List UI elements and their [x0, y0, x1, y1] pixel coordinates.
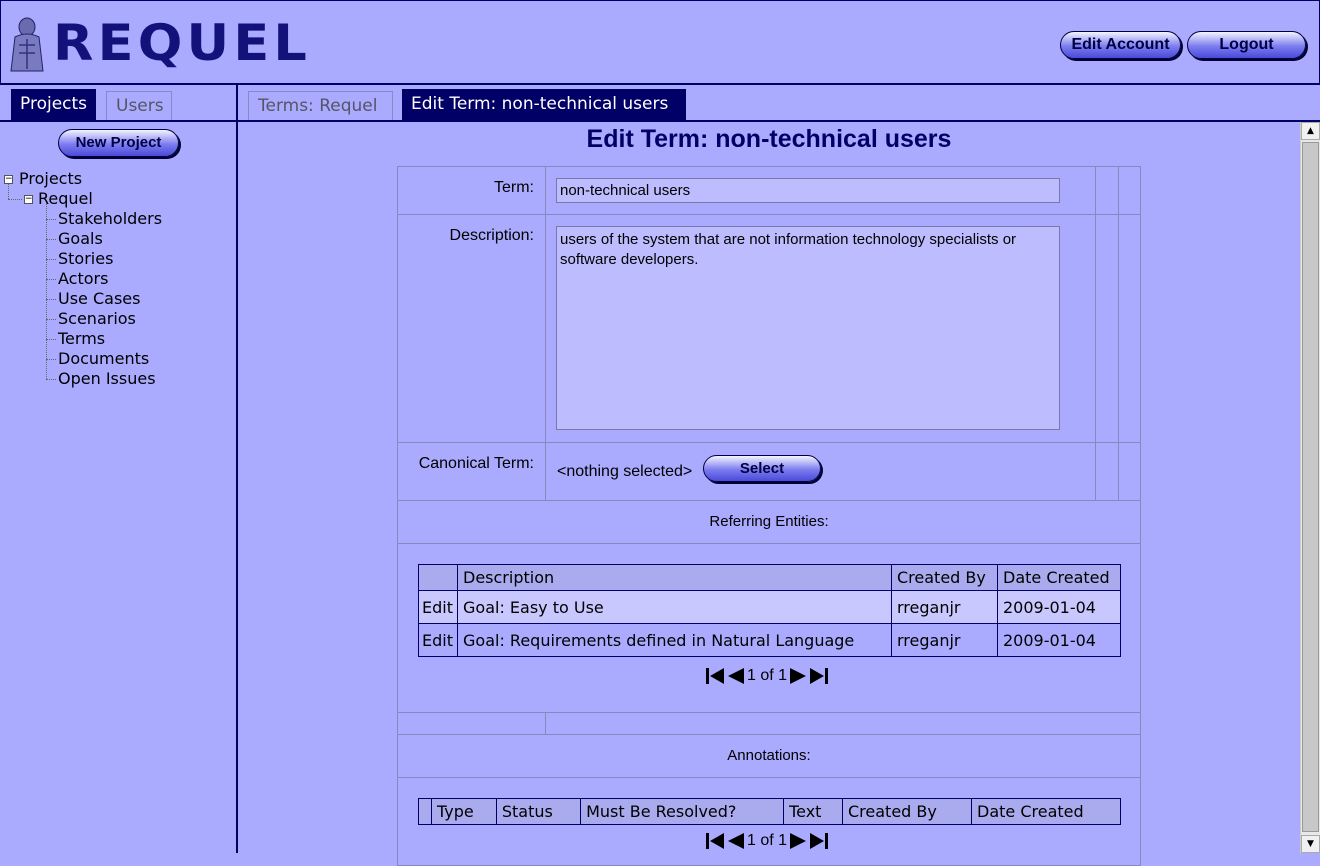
scroll-down-icon[interactable]: ▼: [1301, 835, 1320, 853]
column-header-date-created[interactable]: Date Created: [971, 798, 1121, 825]
tab-users[interactable]: Users: [106, 91, 172, 120]
description-cell: Goal: Requirements defined in Natural La…: [457, 623, 892, 657]
term-input[interactable]: non-technical users: [556, 178, 1060, 203]
page-indicator: 1 of 1: [747, 667, 788, 684]
tree-item-actors[interactable]: Actors: [58, 269, 108, 289]
canonical-term-value: <nothing selected>: [557, 463, 693, 480]
column-header-description[interactable]: Description: [457, 564, 892, 591]
tree-item-use-cases[interactable]: Use Cases: [58, 289, 140, 309]
vertical-scrollbar[interactable]: ▲ ▼: [1300, 122, 1320, 853]
tree-item-stories[interactable]: Stories: [58, 249, 113, 269]
annotations-table: Type Status Must Be Resolved? Text Creat…: [418, 798, 1121, 825]
tree-item-documents[interactable]: Documents: [58, 349, 149, 369]
column-header: [418, 798, 432, 825]
first-page-icon[interactable]: [705, 832, 725, 850]
next-page-icon[interactable]: [789, 667, 807, 685]
referring-entities-table: Description Created By Date Created Edit…: [418, 564, 1121, 657]
edit-account-button[interactable]: Edit Account: [1060, 31, 1181, 59]
description-textarea[interactable]: users of the system that are not informa…: [556, 226, 1060, 430]
column-header-created-by[interactable]: Created By: [842, 798, 972, 825]
new-project-button[interactable]: New Project: [58, 129, 179, 157]
tab-projects[interactable]: Projects: [11, 89, 96, 120]
next-page-icon[interactable]: [789, 832, 807, 850]
collapse-icon[interactable]: −: [24, 195, 33, 204]
annotations-label: Annotations:: [727, 747, 811, 764]
column-header-created-by[interactable]: Created By: [891, 564, 998, 591]
edit-link[interactable]: Edit: [418, 623, 458, 657]
created-by-cell: rreganjr: [891, 590, 998, 624]
date-created-cell: 2009-01-04: [997, 623, 1121, 657]
last-page-icon[interactable]: [809, 667, 829, 685]
tree-item-goals[interactable]: Goals: [58, 229, 103, 249]
tab-terms-requel[interactable]: Terms: Requel: [248, 91, 393, 120]
term-label: Term:: [494, 179, 534, 196]
logo-robot-icon: [10, 17, 44, 72]
scroll-up-icon[interactable]: ▲: [1301, 122, 1320, 140]
table-header-row: Description Created By Date Created: [418, 564, 1121, 591]
sidebar-divider: [236, 84, 238, 853]
table-header-row: Type Status Must Be Resolved? Text Creat…: [418, 798, 1121, 825]
edit-term-form: Term: non-technical users Description: u…: [397, 166, 1141, 866]
edit-link[interactable]: Edit: [418, 590, 458, 624]
referring-pager: 1 of 1: [705, 667, 829, 685]
collapse-icon[interactable]: −: [4, 175, 13, 184]
previous-page-icon[interactable]: [727, 832, 745, 850]
tree-item-stakeholders[interactable]: Stakeholders: [58, 209, 162, 229]
column-header-date-created[interactable]: Date Created: [997, 564, 1121, 591]
previous-page-icon[interactable]: [727, 667, 745, 685]
column-header-must-be-resolved[interactable]: Must Be Resolved?: [580, 798, 785, 825]
referring-entities-label: Referring Entities:: [709, 513, 829, 530]
tree-item-scenarios[interactable]: Scenarios: [58, 309, 136, 329]
tree-root-projects[interactable]: Projects: [19, 169, 82, 189]
logo-text: REQUEL: [53, 14, 312, 72]
column-header: [418, 564, 458, 591]
app-header: REQUEL Edit Account Logout: [0, 0, 1320, 85]
tree-item-terms[interactable]: Terms: [58, 329, 105, 349]
select-button[interactable]: Select: [703, 455, 821, 482]
column-header-type[interactable]: Type: [431, 798, 497, 825]
last-page-icon[interactable]: [809, 832, 829, 850]
description-label: Description:: [449, 227, 534, 244]
canonical-term-label: Canonical Term:: [418, 455, 534, 472]
tree-item-open-issues[interactable]: Open Issues: [58, 369, 156, 389]
description-cell: Goal: Easy to Use: [457, 590, 892, 624]
column-header-text[interactable]: Text: [783, 798, 843, 825]
page-title: Edit Term: non-technical users: [586, 125, 952, 153]
table-row: Edit Goal: Requirements defined in Natur…: [418, 623, 1121, 657]
logout-button[interactable]: Logout: [1187, 31, 1306, 59]
column-header-status[interactable]: Status: [495, 798, 582, 825]
annotations-pager: 1 of 1: [705, 832, 829, 850]
scrollbar-thumb[interactable]: [1302, 142, 1319, 832]
first-page-icon[interactable]: [705, 667, 725, 685]
page-indicator: 1 of 1: [747, 832, 788, 849]
created-by-cell: rreganjr: [891, 623, 998, 657]
date-created-cell: 2009-01-04: [997, 590, 1121, 624]
table-row: Edit Goal: Easy to Use rreganjr 2009-01-…: [418, 590, 1121, 624]
tab-edit-term[interactable]: Edit Term: non-technical users: [402, 89, 686, 120]
